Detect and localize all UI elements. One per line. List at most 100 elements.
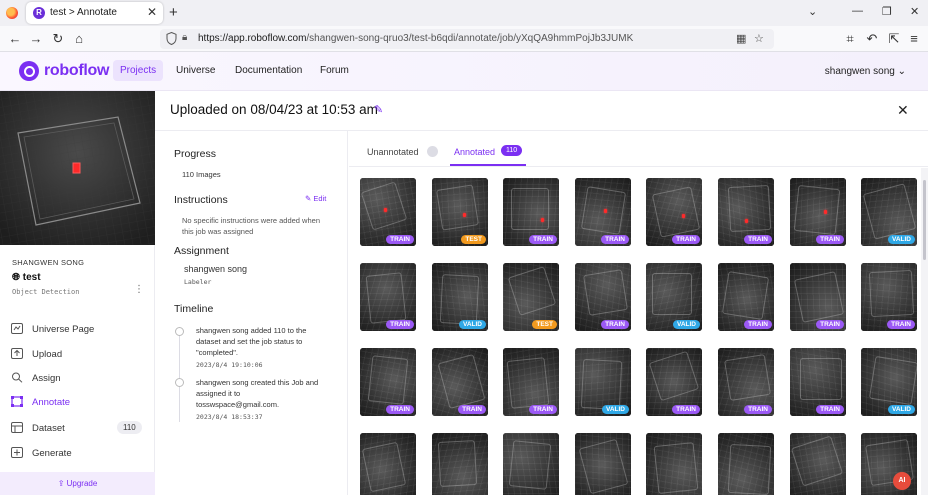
minimize-icon[interactable]: — (852, 5, 863, 17)
browser-tab[interactable]: R test > Annotate ✕ (26, 2, 163, 24)
sidebar-item-universe-page[interactable]: Universe Page (11, 323, 94, 335)
forward-icon[interactable]: → (28, 31, 44, 46)
nav-universe[interactable]: Universe (169, 60, 222, 81)
qr-code-icon[interactable]: ▦ (736, 32, 746, 45)
scrollbar-thumb[interactable] (923, 180, 926, 260)
image-thumbnail[interactable]: TRAIN (360, 178, 416, 246)
image-thumbnail[interactable]: TRAIN (575, 263, 631, 331)
image-thumbnail[interactable] (646, 433, 702, 495)
extensions-icon[interactable]: ⇱ (886, 31, 902, 47)
url-text[interactable]: https://app.roboflow.com/shangwen-song-q… (198, 33, 633, 44)
image-thumbnail[interactable]: TRAIN (790, 178, 846, 246)
image-thumbnail[interactable] (432, 433, 488, 495)
sidebar-item-label: Dataset (32, 423, 65, 434)
firefox-icon (6, 7, 18, 19)
sidebar-item-assign[interactable]: Assign (11, 372, 61, 384)
sidebar-item-annotate[interactable]: Annotate (11, 396, 70, 408)
menu-icon[interactable]: ≡ (906, 31, 922, 46)
reload-icon[interactable]: ↻ (50, 31, 66, 47)
image-thumbnail[interactable]: TRAIN (432, 348, 488, 416)
upgrade-button[interactable]: ⇪ Upgrade (0, 472, 155, 495)
image-thumbnail[interactable]: TRAIN (861, 263, 917, 331)
split-badge: TRAIN (529, 405, 557, 414)
logo-text[interactable]: roboflow (44, 62, 109, 80)
lock-icon[interactable]: 🔒︎ (182, 32, 187, 43)
image-thumbnail[interactable]: TRAIN (646, 178, 702, 246)
annotation-marker (384, 208, 387, 212)
image-thumbnail[interactable] (718, 433, 774, 495)
image-thumbnail[interactable]: TRAIN (718, 348, 774, 416)
sidebar-item-dataset[interactable]: Dataset (11, 422, 65, 434)
image-thumbnail[interactable]: VALID (861, 178, 917, 246)
crop-icon[interactable]: ⌗ (842, 31, 858, 47)
image-thumbnail[interactable]: TRAIN (718, 178, 774, 246)
image-thumbnail[interactable] (360, 433, 416, 495)
image-thumbnail[interactable]: TEST (432, 178, 488, 246)
nav-forum[interactable]: Forum (313, 60, 356, 81)
upgrade-label: Upgrade (66, 479, 98, 488)
sidebar-item-label: Upload (32, 349, 63, 360)
app-header: roboflow Projects Universe Documentation… (0, 52, 928, 91)
roboflow-logo-icon[interactable] (19, 61, 39, 81)
nav-documentation[interactable]: Documentation (228, 60, 309, 81)
image-thumbnail[interactable]: TRAIN (575, 178, 631, 246)
chevron-down-icon[interactable]: ⌄ (808, 5, 817, 18)
image-thumbnail[interactable]: VALID (861, 348, 917, 416)
timeline-text: tosswspace@gmail.com. (196, 400, 280, 409)
image-thumbnail[interactable]: TRAIN (646, 348, 702, 416)
annotation-marker (463, 213, 466, 217)
url-domain: https://app.roboflow.com (198, 33, 307, 44)
floor-tile-outline (583, 269, 628, 316)
restore-icon[interactable]: ❐ (882, 5, 892, 18)
sidebar-item-generate[interactable]: Generate (11, 447, 72, 459)
upload-icon (11, 348, 23, 359)
chevron-down-icon: ⌄ (897, 66, 906, 77)
back-icon[interactable]: ← (7, 31, 23, 46)
image-thumbnail[interactable]: TRAIN (718, 263, 774, 331)
home-icon[interactable]: ⌂ (71, 31, 87, 46)
image-thumbnail[interactable]: VALID (646, 263, 702, 331)
floor-tile-outline (367, 355, 409, 405)
close-icon[interactable]: ✕ (897, 102, 909, 119)
split-badge: TRAIN (601, 235, 629, 244)
project-thumbnail[interactable] (0, 91, 155, 245)
shield-icon[interactable] (166, 32, 177, 45)
image-thumbnail[interactable]: TRAIN (360, 348, 416, 416)
annotation-tabs: Unannotated Annotated 110 (349, 131, 928, 167)
split-badge: VALID (672, 320, 700, 329)
split-badge: TRAIN (529, 235, 557, 244)
edit-title-icon[interactable]: ✎ (374, 103, 383, 116)
image-thumbnail[interactable] (790, 433, 846, 495)
nav-projects[interactable]: Projects (113, 60, 164, 81)
user-menu[interactable]: shangwen song ⌄ (825, 66, 906, 77)
image-thumbnail[interactable]: TRAIN (790, 348, 846, 416)
image-thumbnail[interactable]: TRAIN (503, 178, 559, 246)
image-thumbnail[interactable]: VALID (432, 263, 488, 331)
sidebar-item-upload[interactable]: Upload (11, 348, 62, 360)
tab-unannotated[interactable]: Unannotated (367, 147, 419, 157)
image-thumbnail[interactable]: VALID (575, 348, 631, 416)
ai-assistant-button[interactable]: AI (893, 472, 911, 490)
dataset-icon (11, 422, 23, 433)
new-tab-button[interactable]: + (169, 4, 178, 21)
bookmark-star-icon[interactable]: ☆ (754, 32, 764, 45)
image-thumbnail[interactable]: TRAIN (360, 263, 416, 331)
instructions-text: No specific instructions were added when… (182, 215, 320, 237)
floor-tile-outline (436, 184, 479, 231)
close-window-icon[interactable]: ✕ (910, 5, 919, 18)
workspace-owner: SHANGWEN SONG (12, 258, 85, 267)
image-thumbnail[interactable]: TRAIN (790, 263, 846, 331)
timeline-entry: shangwen song created this Job and assig… (196, 377, 318, 423)
url-bar[interactable]: 🔒︎ https://app.roboflow.com/shangwen-son… (160, 29, 774, 49)
browser-tab-bar: R test > Annotate ✕ + ⌄ — ❐ ✕ (0, 0, 928, 26)
sidebar-item-label: Universe Page (32, 324, 95, 335)
close-tab-icon[interactable]: ✕ (147, 5, 157, 19)
edit-instructions-button[interactable]: ✎ Edit (305, 194, 326, 203)
image-thumbnail[interactable]: TRAIN (503, 348, 559, 416)
image-thumbnail[interactable]: TEST (503, 263, 559, 331)
more-options-icon[interactable]: ⋮ (134, 284, 144, 295)
image-thumbnail[interactable] (575, 433, 631, 495)
undo-icon[interactable]: ↶ (864, 31, 880, 47)
image-thumbnail[interactable] (503, 433, 559, 495)
tab-annotated[interactable]: Annotated (454, 147, 495, 157)
